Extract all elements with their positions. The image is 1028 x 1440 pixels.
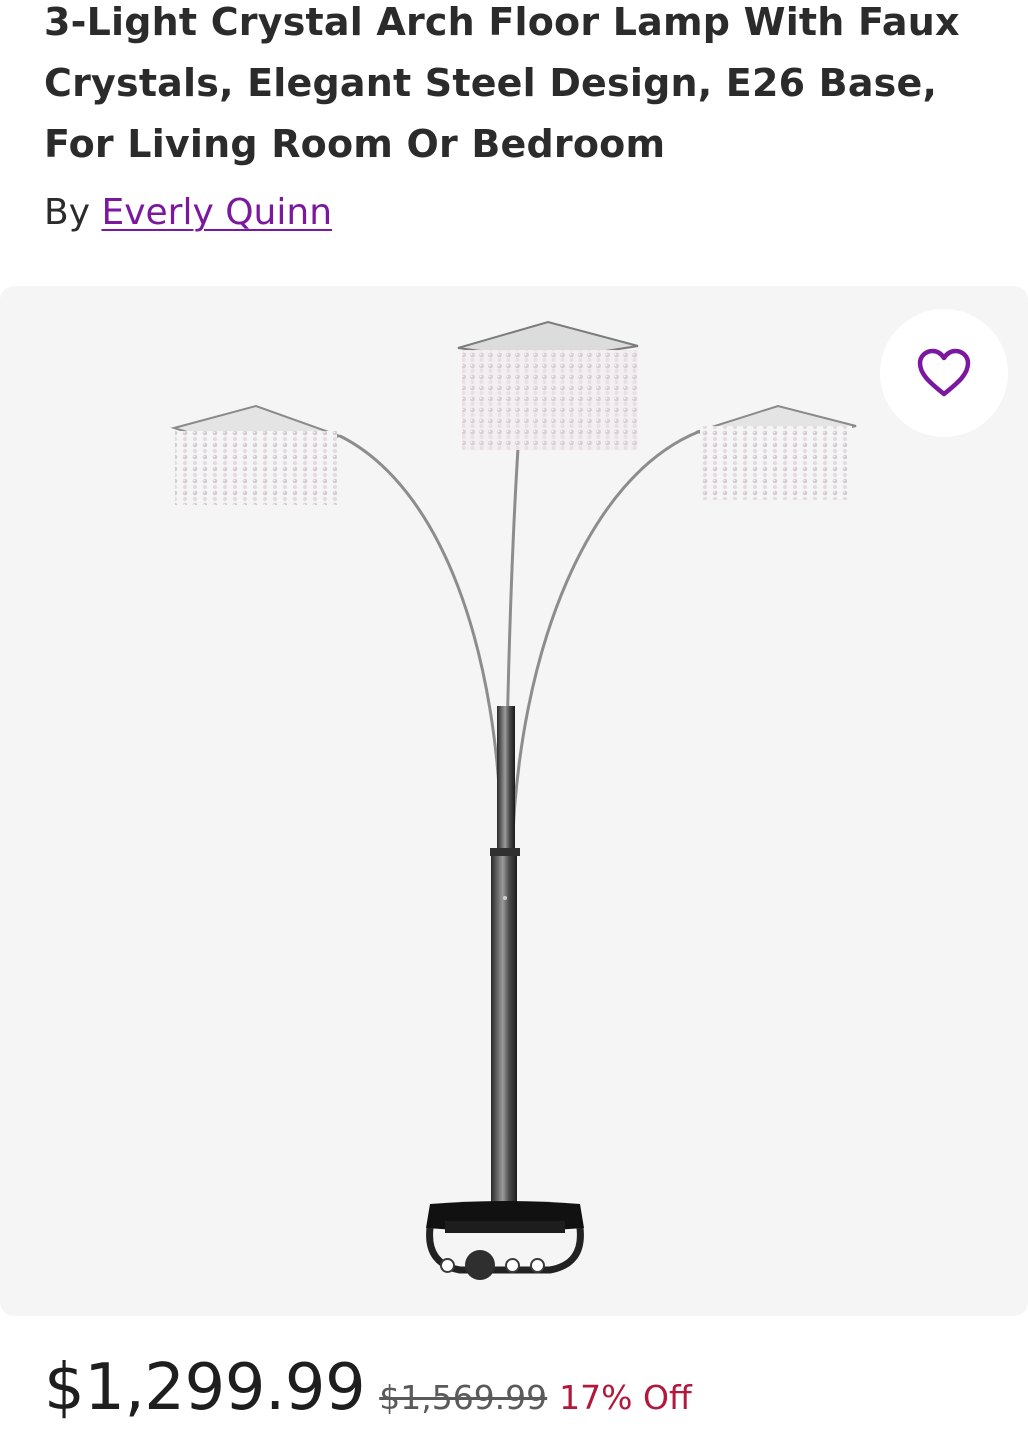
discount-badge: 17% Off xyxy=(559,1378,692,1417)
original-price: $1,569.99 xyxy=(379,1378,548,1417)
brand-byline: By Everly Quinn xyxy=(44,190,332,236)
product-page: 3-Light Crystal Arch Floor Lamp With Fau… xyxy=(0,0,1028,1440)
by-label: By xyxy=(44,192,91,233)
carousel-dot[interactable] xyxy=(440,1257,455,1273)
product-title: 3-Light Crystal Arch Floor Lamp With Fau… xyxy=(44,0,960,166)
product-image xyxy=(170,320,857,1274)
favorite-button[interactable] xyxy=(880,309,1008,437)
product-image-gallery[interactable] xyxy=(0,286,1028,1316)
brand-link[interactable]: Everly Quinn xyxy=(101,192,332,233)
carousel-dot[interactable] xyxy=(505,1257,520,1273)
carousel-indicators xyxy=(440,1250,545,1280)
heart-outline-icon xyxy=(917,348,971,397)
carousel-dot-active[interactable] xyxy=(465,1250,495,1280)
price-row: $1,299.99 $1,569.99 17% Off xyxy=(44,1346,692,1430)
carousel-dot[interactable] xyxy=(530,1257,545,1273)
sale-price: $1,299.99 xyxy=(44,1351,366,1425)
